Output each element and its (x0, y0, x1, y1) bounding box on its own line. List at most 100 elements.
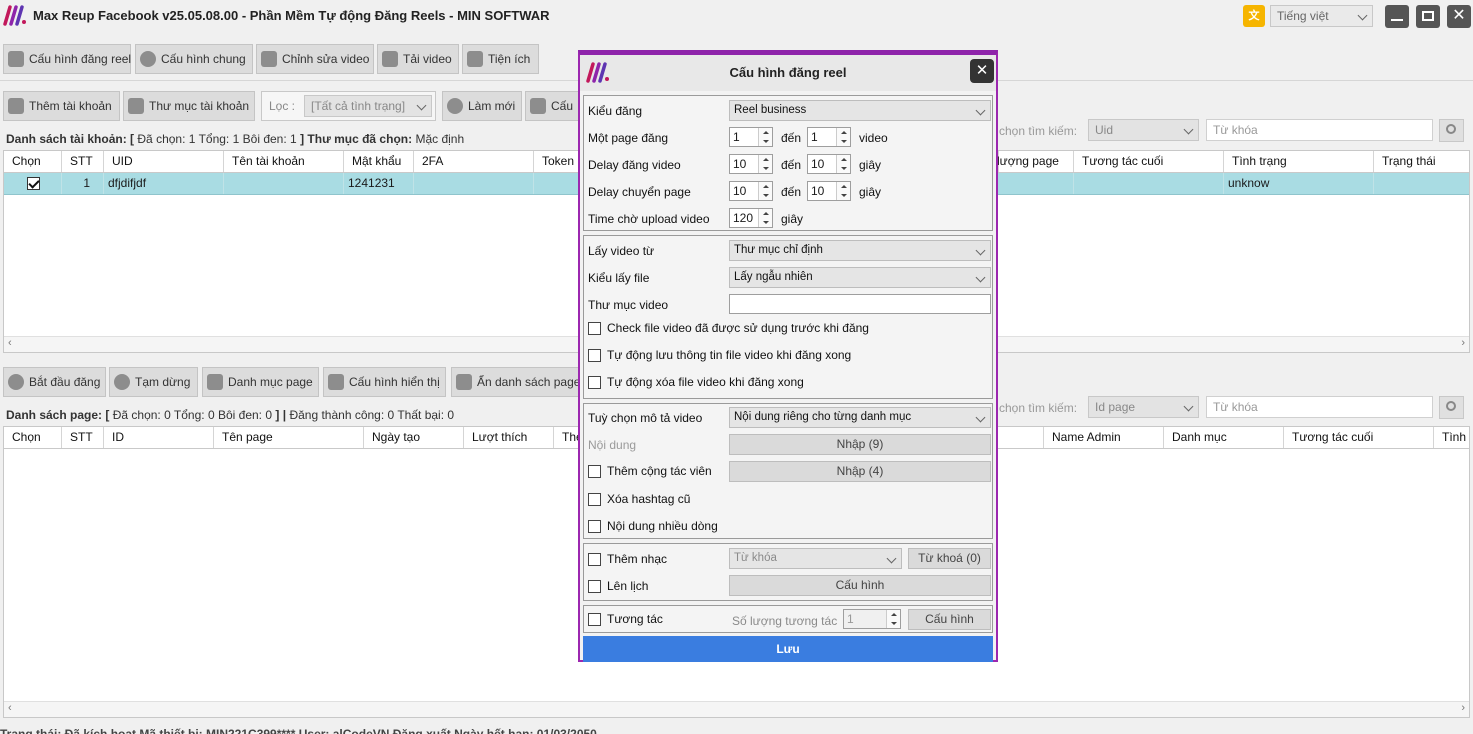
account-search-button[interactable] (1439, 119, 1464, 142)
column-header[interactable]: Chọn (4, 151, 62, 172)
page-search-input[interactable]: Từ khóa (1206, 396, 1433, 418)
page-search-button[interactable] (1439, 396, 1464, 419)
stepper-arrows-icon[interactable] (758, 182, 772, 200)
column-header[interactable]: Tương tác cuối (1074, 151, 1224, 172)
music-keyword-button[interactable]: Từ khoá (0) (908, 548, 991, 569)
checkbox[interactable] (588, 552, 601, 566)
add-account-button[interactable]: Thêm tài khoản (3, 91, 120, 121)
language-select[interactable]: Tiếng việt (1270, 5, 1373, 27)
close-window-button[interactable]: ✕ (1447, 5, 1471, 28)
delay-page-to-stepper[interactable]: 10 (807, 181, 851, 201)
status-filter-select[interactable]: [Tất cả tình trạng] (304, 95, 432, 117)
column-header[interactable]: ID (104, 427, 214, 448)
checkbox[interactable] (588, 612, 601, 626)
tab-edit-video[interactable]: Chỉnh sửa video (256, 44, 374, 74)
file-mode-select[interactable]: Lấy ngẫu nhiên (729, 267, 991, 288)
column-header[interactable]: Name Admin (1044, 427, 1164, 448)
interaction-config-button[interactable]: Cấu hình (908, 609, 991, 630)
tab-general-config[interactable]: Cấu hình chung (135, 44, 253, 74)
per-page-from-stepper[interactable]: 1 (729, 127, 773, 147)
scroll-right-icon[interactable]: › (1461, 702, 1465, 714)
stepper-arrows-icon[interactable] (758, 128, 772, 146)
column-header[interactable]: Tình trạng (1224, 151, 1374, 172)
column-header[interactable]: Danh mục (1164, 427, 1284, 448)
schedule-config-button[interactable]: Cấu hình (729, 575, 991, 596)
column-header[interactable]: UID (104, 151, 224, 172)
music-keyword-select[interactable]: Từ khóa (729, 548, 902, 569)
column-header[interactable]: Tình (1434, 427, 1469, 448)
column-header[interactable]: Tên page (214, 427, 364, 448)
column-header[interactable]: Mật khẩu (344, 151, 414, 172)
stepper-arrows-icon[interactable] (836, 182, 850, 200)
remove-hashtag-checkbox[interactable]: Xóa hashtag cũ (588, 492, 690, 506)
stepper-arrows-icon[interactable] (758, 209, 772, 227)
scroll-left-icon[interactable]: ‹ (8, 702, 12, 714)
collaborator-input-button[interactable]: Nhập (4) (729, 461, 991, 482)
pause-button[interactable]: Tạm dừng (109, 367, 198, 397)
column-header[interactable]: 2FA (414, 151, 534, 172)
schedule-checkbox[interactable]: Lên lịch (588, 579, 648, 593)
column-header[interactable]: Chọn (4, 427, 62, 448)
column-header[interactable]: Tên tài khoản (224, 151, 344, 172)
check-used-checkbox[interactable]: Check file video đã được sử dụng trước k… (588, 321, 869, 335)
tab-utilities[interactable]: Tiện ích (462, 44, 539, 74)
account-config-button[interactable]: Cấu (525, 91, 585, 121)
interaction-count-stepper[interactable]: 1 (843, 609, 901, 629)
start-posting-button[interactable]: Bắt đầu đăng (3, 367, 106, 397)
column-header[interactable]: Ngày tạo (364, 427, 464, 448)
tab-reel-config[interactable]: Cấu hình đăng reel (3, 44, 131, 74)
collaborator-checkbox[interactable]: Thêm cộng tác viên (588, 464, 712, 478)
checkbox[interactable] (588, 579, 601, 593)
scroll-right-icon[interactable]: › (1461, 337, 1465, 349)
minimize-button[interactable] (1385, 5, 1409, 28)
column-header[interactable]: Trạng thái (1374, 151, 1469, 172)
desc-option-select[interactable]: Nội dung riêng cho từng danh mục (729, 407, 991, 428)
translate-icon[interactable]: 文 (1243, 5, 1265, 27)
delay-video-to-stepper[interactable]: 10 (807, 154, 851, 174)
row-select-cell[interactable] (4, 173, 62, 194)
tab-download-video[interactable]: Tải video (377, 44, 459, 74)
page-categories-button[interactable]: Danh mục page (202, 367, 319, 397)
page-search-field-select[interactable]: Id page (1088, 396, 1199, 418)
stepper-arrows-icon[interactable] (836, 155, 850, 173)
interaction-checkbox[interactable]: Tương tác (588, 612, 663, 626)
checkbox[interactable] (588, 519, 601, 533)
delay-page-from-stepper[interactable]: 10 (729, 181, 773, 201)
content-input-button[interactable]: Nhập (9) (729, 434, 991, 455)
stepper-arrows-icon[interactable] (758, 155, 772, 173)
maximize-button[interactable] (1416, 5, 1440, 28)
hide-page-list-button[interactable]: Ẩn danh sách page (451, 367, 583, 397)
multiline-checkbox[interactable]: Nội dung nhiều dòng (588, 519, 718, 533)
upload-wait-stepper[interactable]: 120 (729, 208, 773, 228)
dialog-close-button[interactable]: ✕ (970, 59, 994, 83)
account-search-input[interactable]: Từ khóa (1206, 119, 1433, 141)
delay-video-from-stepper[interactable]: 10 (729, 154, 773, 174)
column-header[interactable]: Tương tác cuối (1284, 427, 1434, 448)
stepper-arrows-icon[interactable] (836, 128, 850, 146)
checkbox[interactable] (588, 348, 601, 362)
column-header[interactable]: STT (62, 151, 104, 172)
per-page-to-stepper[interactable]: 1 (807, 127, 851, 147)
stepper-arrows-icon[interactable] (886, 610, 900, 628)
video-folder-input[interactable] (729, 294, 991, 314)
checkbox[interactable] (588, 375, 601, 389)
post-type-select[interactable]: Reel business (729, 100, 991, 121)
column-header[interactable]: Lượt thích (464, 427, 554, 448)
source-select[interactable]: Thư mục chỉ định (729, 240, 991, 261)
checkbox[interactable] (588, 464, 601, 478)
auto-delete-checkbox[interactable]: Tự động xóa file video khi đăng xong (588, 375, 804, 389)
column-header[interactable]: STT (62, 427, 104, 448)
display-config-button[interactable]: Cấu hình hiển thị (323, 367, 446, 397)
row-checkbox[interactable] (27, 177, 40, 191)
horizontal-scrollbar[interactable]: ‹ › (4, 701, 1469, 717)
checkbox[interactable] (588, 321, 601, 335)
refresh-button[interactable]: Làm mới (442, 91, 522, 121)
scroll-left-icon[interactable]: ‹ (8, 337, 12, 349)
account-search-field-select[interactable]: Uid (1088, 119, 1199, 141)
auto-save-checkbox[interactable]: Tự động lưu thông tin file video khi đăn… (588, 348, 851, 362)
column-header[interactable]: lượng page (989, 151, 1074, 172)
add-music-checkbox[interactable]: Thêm nhạc (588, 552, 667, 566)
checkbox[interactable] (588, 492, 601, 506)
account-folder-button[interactable]: Thư mục tài khoản (123, 91, 255, 121)
save-button[interactable]: Lưu (583, 636, 993, 662)
